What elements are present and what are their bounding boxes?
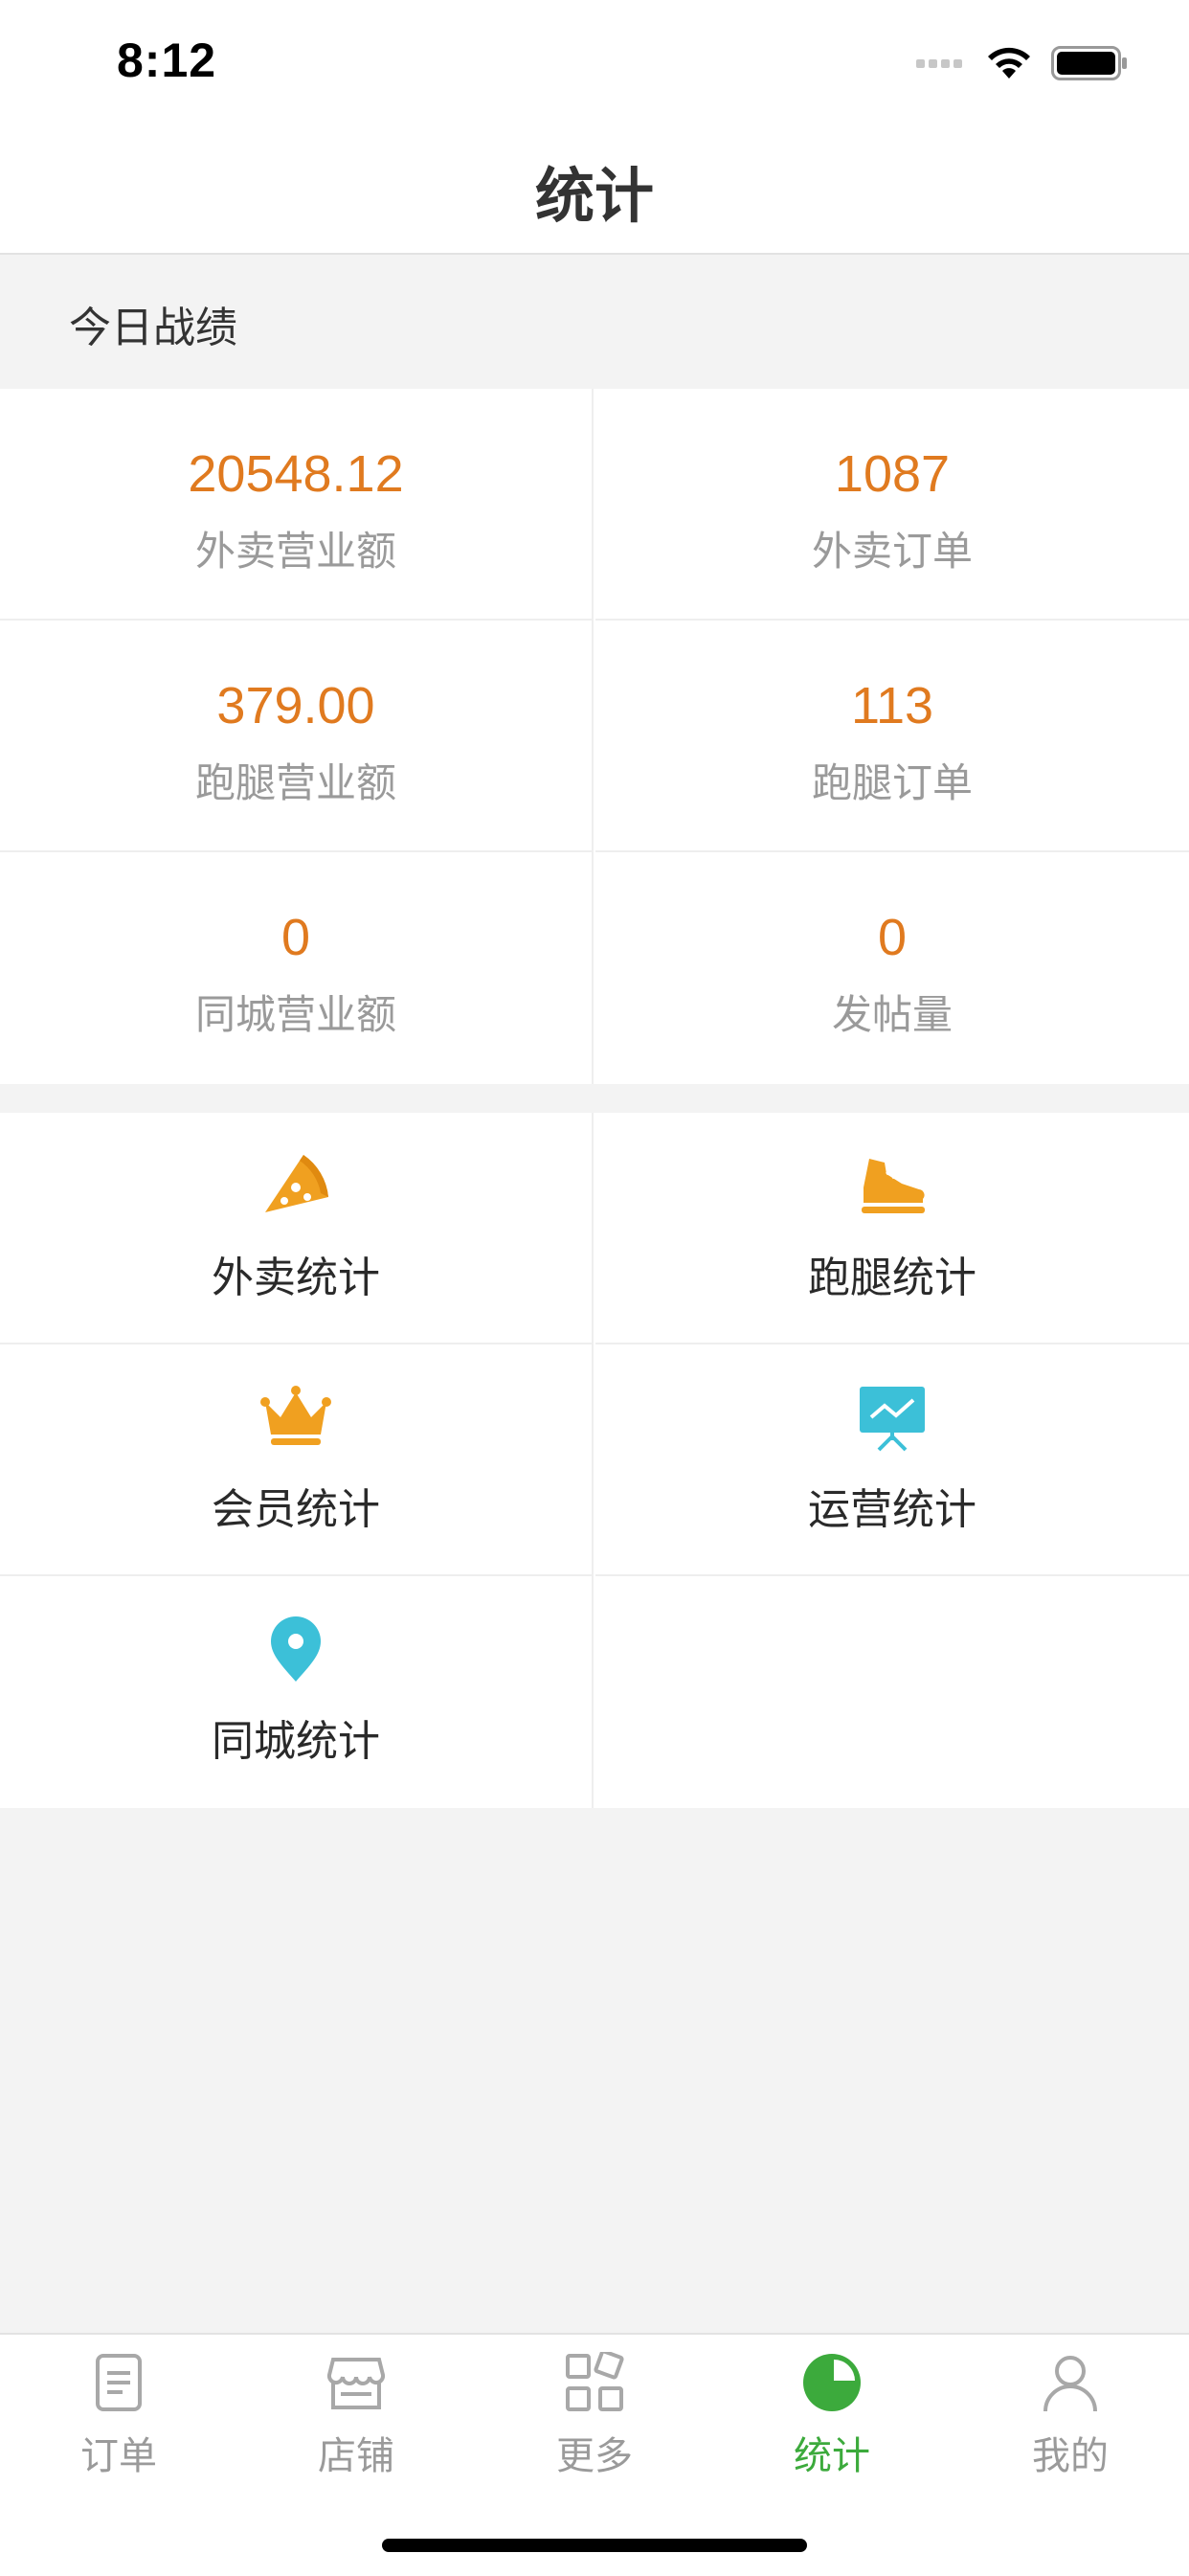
tab-orders[interactable]: 订单 — [0, 2335, 237, 2497]
shoe-icon — [862, 1159, 925, 1213]
menu-member-statistics[interactable]: 会员统计 — [0, 1344, 594, 1576]
stat-label: 发帖量 — [831, 991, 953, 1038]
stat-cell-post-count: 0 发帖量 — [595, 852, 1189, 1084]
crown-icon — [260, 1386, 331, 1445]
navigation-bar: 统计 — [0, 124, 1189, 255]
tab-more[interactable]: 更多 — [476, 2335, 713, 2497]
section-title: 今日战绩 — [69, 304, 237, 352]
home-indicator[interactable] — [382, 2539, 807, 2552]
stat-label: 外卖营业额 — [194, 528, 396, 575]
menu-label: 同城统计 — [212, 1717, 380, 1766]
tab-store[interactable]: 店铺 — [237, 2335, 475, 2497]
stat-label: 同城营业额 — [194, 991, 396, 1038]
stat-value: 0 — [877, 909, 908, 966]
page-title: 统计 — [534, 161, 654, 231]
tab-label: 订单 — [80, 2434, 157, 2478]
stat-cell-takeout-revenue: 20548.12 外卖营业额 — [0, 389, 594, 621]
menu-label: 外卖统计 — [212, 1254, 380, 1302]
statistics-menu: 外卖统计 跑腿统计 会员统计 运营统计 同城统计 — [0, 1113, 1189, 1808]
tab-label: 更多 — [556, 2434, 633, 2478]
tab-profile[interactable]: 我的 — [952, 2335, 1189, 2497]
battery-icon — [1051, 46, 1127, 80]
location-pin-icon — [271, 1616, 321, 1682]
menu-local-statistics[interactable]: 同城统计 — [0, 1576, 594, 1808]
status-time: 8:12 — [117, 34, 217, 87]
stat-value: 113 — [850, 677, 934, 734]
cellular-signal-icon — [916, 59, 972, 73]
menu-label: 运营统计 — [808, 1485, 976, 1534]
menu-label: 跑腿统计 — [808, 1254, 976, 1302]
stat-value: 1087 — [834, 445, 951, 503]
section-header: 今日战绩 — [0, 255, 1189, 389]
pizza-icon — [265, 1155, 328, 1212]
stat-cell-errand-orders: 113 跑腿订单 — [595, 621, 1189, 852]
status-bar: 8:12 — [0, 0, 1189, 124]
stat-label: 跑腿营业额 — [194, 759, 396, 806]
pie-chart-icon — [803, 2354, 861, 2411]
tab-label: 统计 — [794, 2434, 870, 2478]
menu-label: 会员统计 — [212, 1485, 380, 1534]
stats-grid: 20548.12 外卖营业额 1087 外卖订单 379.00 跑腿营业额 11… — [0, 389, 1189, 1084]
grid-icon — [566, 2352, 624, 2411]
tab-label: 店铺 — [318, 2434, 394, 2478]
stat-cell-errand-revenue: 379.00 跑腿营业额 — [0, 621, 594, 852]
menu-takeout-statistics[interactable]: 外卖统计 — [0, 1113, 594, 1344]
stat-cell-takeout-orders: 1087 外卖订单 — [595, 389, 1189, 621]
stat-value: 379.00 — [216, 677, 375, 734]
stat-value: 0 — [280, 909, 311, 966]
tab-label: 我的 — [1032, 2434, 1109, 2478]
wifi-icon — [988, 47, 1030, 79]
tab-statistics[interactable]: 统计 — [713, 2335, 951, 2497]
stat-cell-local-revenue: 0 同城营业额 — [0, 852, 594, 1084]
document-icon — [96, 2354, 142, 2411]
stat-label: 外卖订单 — [811, 528, 973, 575]
store-icon — [326, 2358, 386, 2409]
menu-errand-statistics[interactable]: 跑腿统计 — [595, 1113, 1189, 1344]
presentation-chart-icon — [860, 1387, 925, 1452]
stat-value: 20548.12 — [188, 445, 404, 503]
user-icon — [1043, 2356, 1097, 2412]
menu-empty-cell — [595, 1576, 1189, 1808]
menu-operations-statistics[interactable]: 运营统计 — [595, 1344, 1189, 1576]
stat-label: 跑腿订单 — [811, 759, 973, 806]
